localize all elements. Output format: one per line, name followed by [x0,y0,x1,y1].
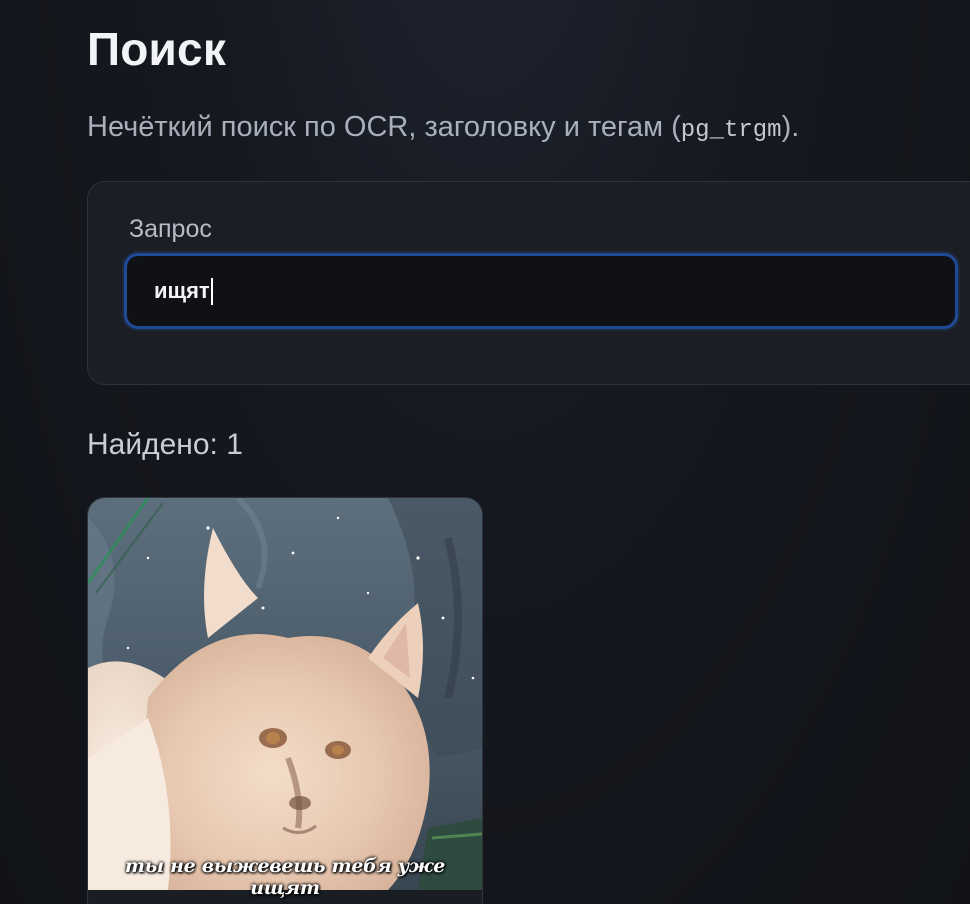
page-title: Поиск [87,23,227,75]
search-panel: Запрос ищят [87,181,970,385]
page-subtitle: Нечёткий поиск по OCR, заголовку и тегам… [87,111,799,144]
result-thumbnail [88,498,482,890]
text-caret [210,277,213,305]
search-page: Поиск Нечёткий поиск по OCR, заголовку и… [0,0,970,904]
subtitle-text: Нечёткий поиск по OCR, заголовку и тегам… [87,111,681,143]
meme-caption: ты не выжевешь тебя уже ищят [124,855,446,899]
results-count: Найдено: 1 [87,428,243,461]
query-label: Запрос [129,215,212,243]
subtitle-code: pg_trgm [680,117,782,144]
query-input[interactable]: ищят [124,253,958,329]
subtitle-suffix: ). [781,111,800,143]
query-input-value: ищят [154,278,210,303]
result-card[interactable]: ты не выжевешь тебя уже ищят [87,497,483,904]
